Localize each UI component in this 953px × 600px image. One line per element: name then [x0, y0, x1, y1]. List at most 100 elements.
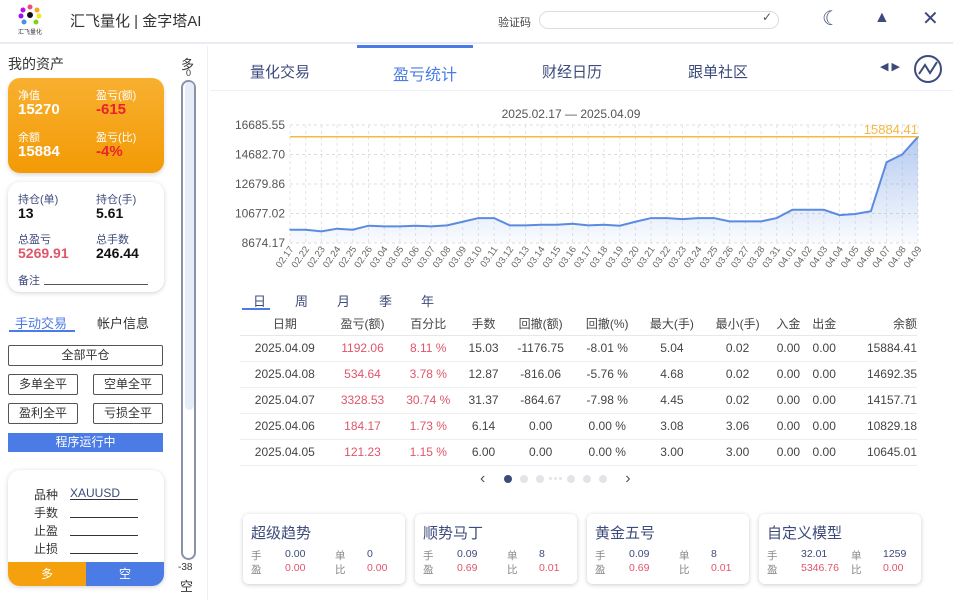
program-running-status[interactable]: 程序运行中 [8, 433, 163, 452]
ratio-label: 比 [507, 564, 518, 576]
close-long-button[interactable]: 多单全平 [8, 374, 78, 395]
tab-account-info[interactable]: 帐户信息 [97, 313, 149, 332]
prev-page-icon[interactable]: ‹ [480, 470, 485, 487]
table-cell: -1176.75 [505, 335, 576, 362]
strategy-card[interactable]: 顺势马丁 手 0.09 单 8 盈 0.69 比 0.01 [415, 514, 577, 584]
column-header: 出金 [806, 313, 843, 336]
lots-input[interactable] [70, 504, 138, 518]
page-dot[interactable] [535, 474, 544, 483]
lots-value: 0.09 [457, 548, 478, 560]
ratio-value: 0.01 [539, 562, 560, 574]
profit-value: 5346.76 [801, 562, 839, 574]
net-value: 15270 [18, 101, 60, 118]
data-point [493, 217, 495, 219]
lots-label: 手 [595, 550, 606, 562]
data-point [681, 218, 684, 220]
tab-copy-trading-community[interactable]: 跟单社区 [688, 61, 748, 82]
table-cell: 121.23 [329, 439, 396, 466]
scroll-arrows-icon[interactable]: ◀ ▶ [880, 60, 900, 73]
data-point [587, 224, 590, 227]
y-tick-label: 10677.02 [235, 207, 285, 221]
tab-pnl-stats[interactable]: 盈亏统计 [393, 61, 457, 85]
take-profit-label: 止盈 [34, 524, 59, 538]
ratio-label: 比 [335, 564, 346, 576]
order-card: 品种 XAUUSD 手数 止盈 止损 多 空 [8, 470, 164, 586]
page-dot[interactable] [598, 474, 607, 483]
data-point [807, 208, 809, 211]
dark-mode-moon-icon[interactable]: ☾ [822, 6, 840, 31]
close-icon[interactable]: ✕ [922, 6, 939, 31]
profit-value: 0.69 [629, 562, 650, 574]
data-point [760, 220, 762, 223]
data-point [289, 228, 291, 231]
tab-quant-trading[interactable]: 量化交易 [250, 61, 310, 82]
column-header: 回撤(%) [575, 313, 640, 336]
strategy-card[interactable]: 自定义模型 手 32.01 单 1259 盈 5346.76 比 0.00 [759, 514, 921, 584]
table-cell: 0.00 [505, 413, 576, 440]
data-point [775, 217, 778, 219]
collapse-up-icon[interactable]: ▲ [874, 9, 890, 27]
data-point [713, 217, 715, 219]
pnl-value: -615 [96, 101, 127, 118]
page-dot[interactable] [519, 474, 528, 483]
table-cell: 2025.04.08 [240, 361, 330, 388]
table-cell: 4.45 [639, 387, 705, 414]
position-slider[interactable] [181, 80, 196, 560]
tab-economic-calendar[interactable]: 财经日历 [542, 61, 602, 82]
period-tab[interactable]: 月 [337, 291, 350, 310]
period-tab[interactable]: 年 [421, 291, 434, 310]
lots-value: 32.01 [801, 548, 828, 560]
captcha-input[interactable] [539, 11, 779, 29]
period-tab[interactable]: 日 [253, 291, 266, 310]
daily-stats-table: 日期 盈亏(额) 百分比 手数 回撤(额) 回撤(%) 最大(手) 最小(手) 入金 出金 余额 20… [240, 313, 917, 466]
lots-value: 0.09 [629, 548, 650, 560]
next-page-icon[interactable]: › [625, 470, 630, 487]
close-profit-button[interactable]: 盈利全平 [8, 403, 78, 424]
buy-long-button[interactable]: 多 [8, 562, 86, 586]
period-tab[interactable]: 季 [379, 291, 392, 310]
data-point [571, 222, 574, 225]
orders-value: 1259 [883, 548, 907, 560]
close-all-button[interactable]: 全部平仓 [8, 345, 163, 366]
table-cell: 2025.04.09 [240, 335, 330, 362]
stop-loss-input[interactable] [70, 540, 138, 554]
page-dot[interactable] [582, 474, 591, 483]
strategy-name: 黄金五号 [595, 525, 656, 542]
active-tab-underline [357, 45, 473, 48]
balance-value: 15884 [18, 143, 60, 160]
slider-bottom-value: -38 [178, 562, 193, 573]
table-cell: 0.00 [806, 439, 843, 466]
strategy-card[interactable]: 超级趋势 手 0.00 单 0 盈 0.00 比 0.00 [243, 514, 405, 584]
note-input[interactable] [44, 284, 148, 285]
table-cell: 3.00 [704, 439, 771, 466]
close-loss-button[interactable]: 亏损全平 [93, 403, 163, 424]
lots-value: 0.00 [285, 548, 306, 560]
page-dot[interactable] [503, 474, 512, 483]
column-header: 盈亏(额) [329, 313, 396, 336]
data-point [901, 153, 904, 156]
check-icon[interactable]: ✓ [762, 10, 772, 24]
table-cell: 15.03 [461, 335, 506, 362]
positions-card: 持仓(单) 13 持仓(手) 5.61 总盈亏 5269.91 总手数 246.… [8, 182, 164, 292]
data-point [823, 208, 825, 211]
close-short-button[interactable]: 空单全平 [93, 374, 163, 395]
take-profit-input[interactable] [70, 522, 138, 536]
y-tick-label: 8674.17 [242, 236, 286, 250]
table-cell: -7.98 % [575, 387, 640, 414]
chart-trend-icon[interactable] [913, 54, 943, 84]
page-dot[interactable] [566, 474, 575, 483]
y-tick-label: 12679.86 [235, 177, 285, 191]
logo: 汇飞量化 [18, 4, 42, 36]
header: 汇飞量化 汇飞量化 | 金字塔AI 验证码 ✓ ☾ ▲ ✕ [0, 0, 953, 44]
data-point [603, 223, 605, 226]
symbol-input[interactable]: XAUUSD [70, 486, 138, 500]
account-summary-card: 净值 15270 盈亏(额) -615 余额 15884 盈亏(比) -4% [8, 78, 164, 173]
tab-underline [9, 330, 75, 332]
data-point [697, 217, 699, 219]
period-tab[interactable]: 周 [295, 291, 308, 310]
sell-short-button[interactable]: 空 [86, 562, 164, 586]
captcha-label: 验证码 [498, 17, 531, 29]
table-cell: 12.87 [461, 361, 506, 388]
strategy-card[interactable]: 黄金五号 手 0.09 单 8 盈 0.69 比 0.01 [587, 514, 749, 584]
table-cell: 14157.71 [842, 387, 917, 414]
